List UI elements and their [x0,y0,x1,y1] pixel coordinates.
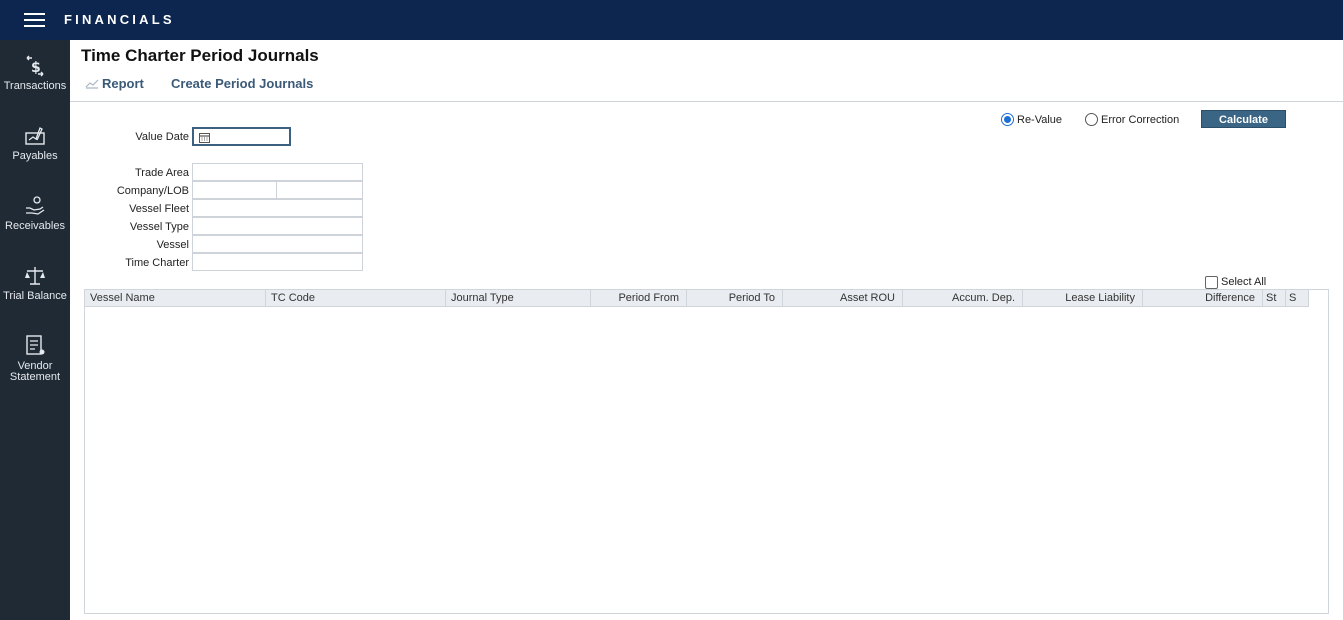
column-st[interactable]: St [1263,290,1286,307]
sidebar-item-receivables[interactable]: Receivables [0,195,70,232]
sidebar: $ Transactions Payables Receivables Tria… [0,40,70,620]
trend-chart-icon [85,79,99,89]
sidebar-item-payables[interactable]: Payables [0,125,70,162]
menu-icon[interactable] [24,13,45,27]
sidebar-item-label: Vendor Statement [9,360,61,383]
sidebar-item-trial-balance[interactable]: Trial Balance [0,265,70,302]
sidebar-item-label: Payables [12,150,58,162]
trade-area-field[interactable] [192,163,363,181]
report-button[interactable]: Report [85,76,144,91]
calendar-icon[interactable] [199,132,210,143]
company-lob-label: Company/LOB [116,185,189,197]
select-all-checkbox[interactable] [1205,276,1218,289]
check-sign-icon [25,127,45,145]
scales-icon [25,267,45,285]
column-asset-rou[interactable]: Asset ROU [783,290,903,307]
app-title: FINANCIALS [64,12,175,27]
column-period-to[interactable]: Period To [687,290,783,307]
revalue-radio[interactable] [1001,113,1014,126]
sidebar-item-label: Transactions [3,80,67,92]
column-s[interactable]: S [1286,290,1309,307]
top-bar: FINANCIALS [0,0,1343,40]
time-charter-label: Time Charter [125,257,189,269]
grid-header: Vessel Name TC Code Journal Type Period … [85,290,1309,307]
vessel-type-field[interactable] [192,217,363,235]
column-period-from[interactable]: Period From [591,290,687,307]
journals-grid: Vessel Name TC Code Journal Type Period … [84,289,1329,614]
company-field[interactable] [192,181,277,199]
sidebar-item-label: Receivables [5,220,65,232]
lob-field[interactable] [276,181,363,199]
header-divider [70,101,1343,102]
sidebar-item-vendor-statement[interactable]: Vendor Statement [0,335,70,383]
vessel-fleet-field[interactable] [192,199,363,217]
vessel-label: Vessel [156,239,189,251]
time-charter-field[interactable] [192,253,363,271]
page-title: Time Charter Period Journals [81,46,319,65]
error-correction-label: Error Correction [1101,114,1180,126]
column-accum-dep[interactable]: Accum. Dep. [903,290,1023,307]
create-period-journals-button[interactable]: Create Period Journals [171,76,313,91]
vessel-type-label: Vessel Type [129,221,189,233]
select-all-label: Select All [1221,276,1267,288]
hand-coins-icon [26,196,45,215]
value-date-label: Value Date [135,131,189,143]
revalue-label: Re-Value [1017,114,1063,126]
trade-area-label: Trade Area [134,167,189,179]
sidebar-item-transactions[interactable]: $ Transactions [0,55,70,92]
column-vessel-name[interactable]: Vessel Name [85,290,266,307]
column-difference[interactable]: Difference [1143,290,1263,307]
error-correction-radio[interactable] [1085,113,1098,126]
column-journal-type[interactable]: Journal Type [446,290,591,307]
sidebar-item-label: Trial Balance [3,290,67,302]
report-label: Report [102,76,144,91]
calculate-button[interactable]: Calculate [1201,110,1286,128]
column-tc-code[interactable]: TC Code [266,290,446,307]
vessel-field[interactable] [192,235,363,253]
value-date-field[interactable] [192,127,291,146]
statement-icon [26,335,45,355]
vessel-fleet-label: Vessel Fleet [129,203,189,215]
dollar-transfer-icon: $ [26,55,44,77]
column-lease-liability[interactable]: Lease Liability [1023,290,1143,307]
